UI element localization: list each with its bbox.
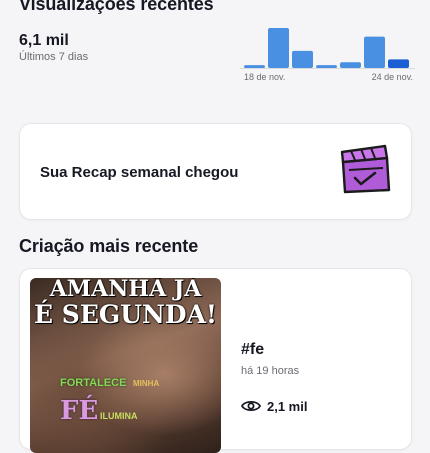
views-period-label: Últimos 7 dias	[19, 51, 89, 63]
recent-views-title: Visualizações recentes	[19, 0, 214, 14]
chart-bar	[388, 59, 409, 68]
post-caption: #fe	[241, 341, 265, 358]
chart-bar	[316, 65, 337, 68]
post-thumbnail[interactable]: AMANHÃ JÁ É SEGUNDA! FORTALECE MINHA FÉ …	[30, 278, 221, 453]
post-time: há 19 horas	[241, 365, 300, 377]
recent-post-card[interactable]: AMANHÃ JÁ É SEGUNDA! FORTALECE MINHA FÉ …	[19, 268, 412, 453]
post-views-count: 2,1 mil	[267, 399, 308, 414]
chart-bar	[340, 62, 361, 68]
chart-bar	[244, 65, 265, 68]
views-count: 6,1 mil	[19, 32, 69, 49]
chart-tick-label: 24 de nov.	[372, 72, 413, 82]
thumbnail-text-fe: FÉ	[60, 396, 99, 426]
chart-tick-label: 18 de nov.	[244, 72, 285, 82]
chart-bar	[292, 50, 313, 68]
thumbnail-text-mid: É SEGUNDA!	[34, 300, 217, 329]
thumbnail-text-minha: MINHA	[133, 379, 160, 388]
thumbnail-text-ilumina: ILUMINA	[100, 411, 138, 421]
chart-bar	[364, 36, 385, 68]
recent-creation-title: Criação mais recente	[19, 236, 199, 256]
recap-clapperboard-icon	[340, 144, 391, 194]
chart-bar	[268, 28, 289, 68]
views-mini-chart[interactable]: 18 de nov. 24 de nov.	[240, 22, 415, 84]
thumbnail-text-fortalece: FORTALECE	[60, 377, 127, 389]
weekly-recap-card[interactable]: Sua Recap semanal chegou	[19, 123, 412, 220]
recap-text: Sua Recap semanal chegou	[40, 164, 239, 181]
thumbnail-text-top: AMANHÃ JÁ	[49, 278, 202, 302]
eye-icon	[241, 400, 261, 412]
